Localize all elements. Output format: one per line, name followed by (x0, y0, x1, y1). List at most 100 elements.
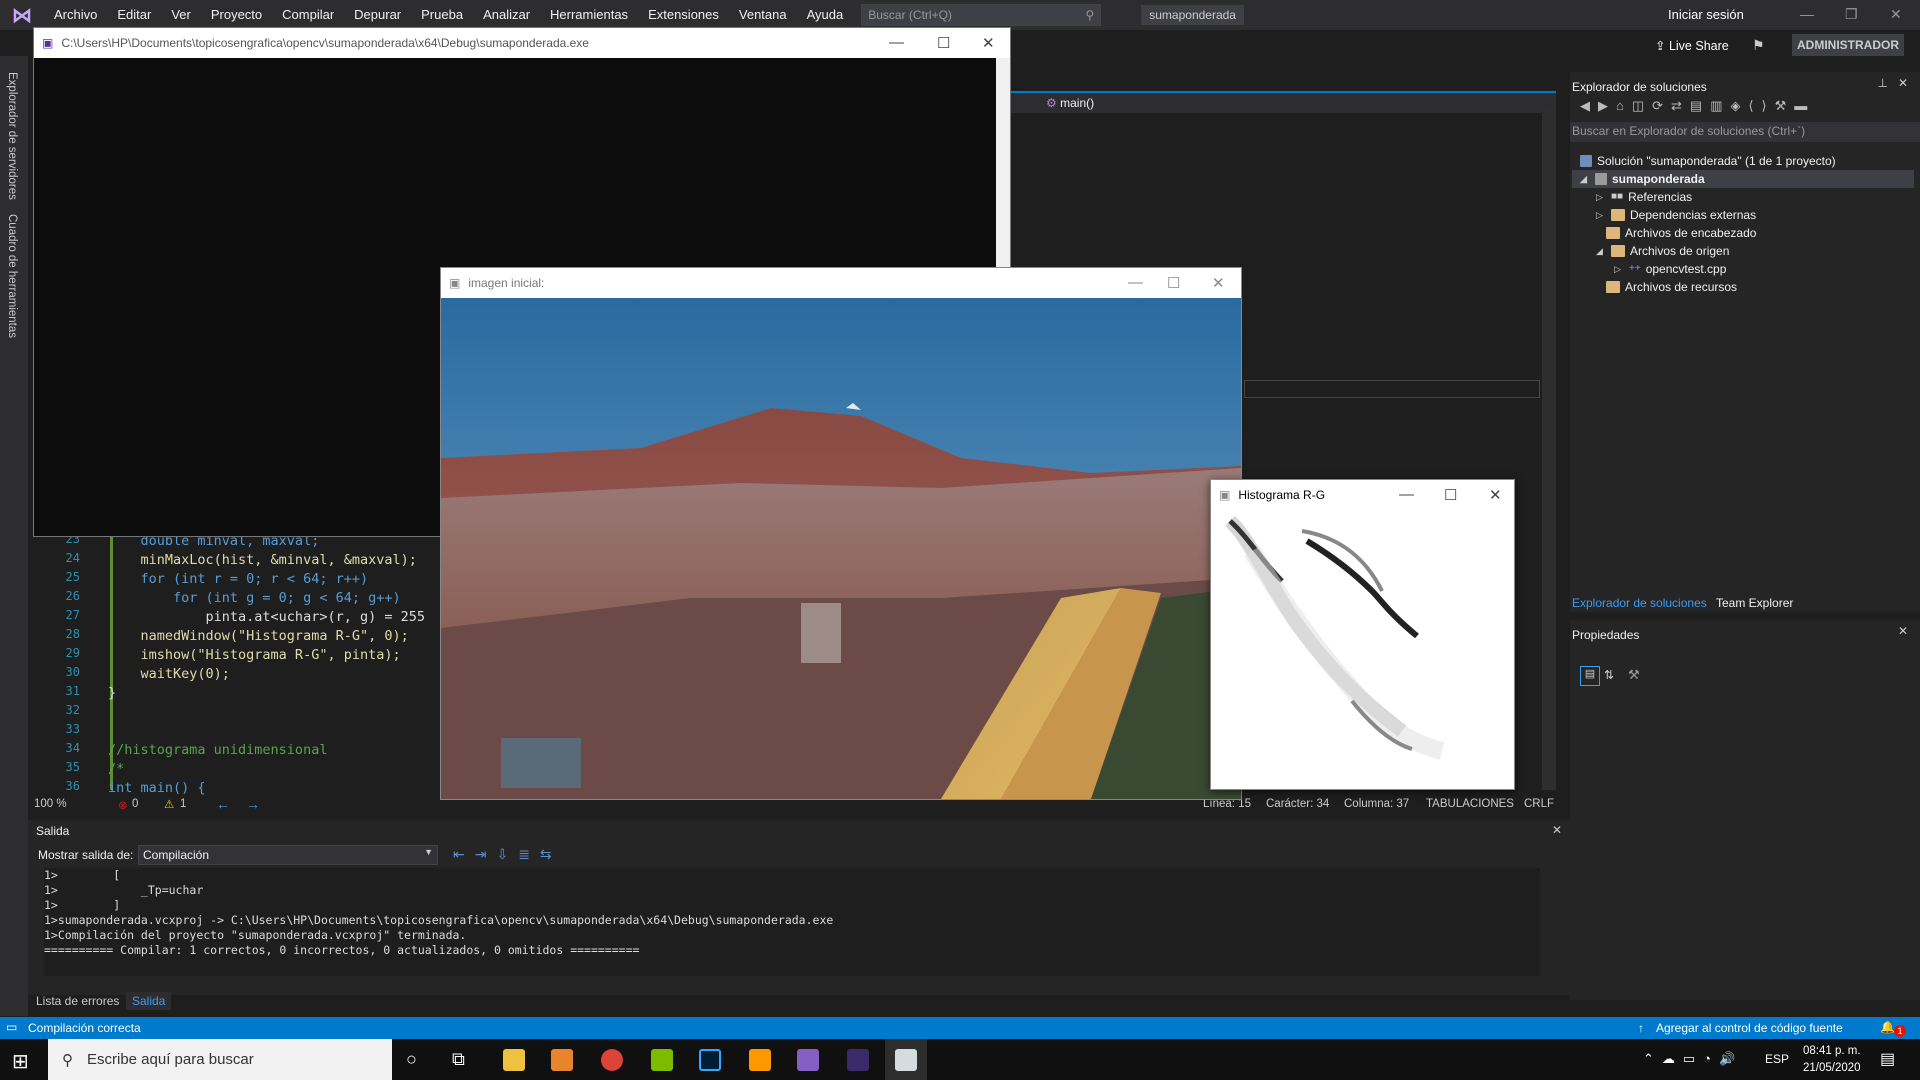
menu-ayuda[interactable]: Ayuda (797, 0, 854, 30)
feedback-icon[interactable]: ⚑ (1752, 37, 1765, 54)
code-line[interactable]: 31} (28, 684, 448, 703)
menu-ventana[interactable]: Ventana (729, 0, 797, 30)
code-line[interactable]: 26 for (int g = 0; g < 64; g++) (28, 589, 448, 608)
image-minimize-icon[interactable]: — (1128, 274, 1143, 291)
menu-archivo[interactable]: Archivo (44, 0, 107, 30)
tree-project[interactable]: ◢ sumaponderada (1572, 170, 1914, 188)
minimize-icon[interactable]: — (1800, 6, 1814, 22)
code-line[interactable]: 35 /* (28, 760, 448, 779)
tab-solution-explorer[interactable]: Explorador de soluciones (1572, 596, 1707, 610)
visual-studio-icon[interactable] (797, 1049, 819, 1071)
error-count[interactable]: 0 (132, 798, 138, 810)
sort-icon[interactable]: ⇅ (1604, 668, 1614, 682)
tab-output[interactable]: Salida (126, 992, 172, 1010)
menu-analizar[interactable]: Analizar (473, 0, 540, 30)
code-line[interactable]: 34 //histograma unidimensional (28, 741, 448, 760)
notifications-icon[interactable]: 🔔 (1880, 1020, 1895, 1034)
code-line[interactable]: 28 namedWindow("Histograma R-G", 0); (28, 627, 448, 646)
console-app-icon[interactable] (847, 1049, 869, 1071)
code-line[interactable]: 24 minMaxLoc(hist, &minval, &maxval); (28, 551, 448, 570)
categorized-icon[interactable]: ▤ (1580, 666, 1600, 686)
tree-resource-files[interactable]: Archivos de recursos (1606, 278, 1737, 296)
code-line[interactable]: 27 pinta.at<uchar>(r, g) = 255 (28, 608, 448, 627)
wrench-icon[interactable]: ⚒ (1628, 667, 1640, 683)
solution-toolbar[interactable]: ◀▶⌂◫⟳⇄▤▥◈⟨⟩⚒▬ (1580, 98, 1910, 118)
menu-depurar[interactable]: Depurar (344, 0, 411, 30)
hist-maximize-icon[interactable]: ☐ (1444, 486, 1457, 504)
code-line[interactable]: 25 for (int r = 0; r < 64; r++) (28, 570, 448, 589)
quick-search-input[interactable]: Buscar (Ctrl+Q) ⚲ (861, 4, 1102, 26)
clock-time[interactable]: 08:41 p. m. (1803, 1045, 1861, 1057)
tree-cpp-file[interactable]: ▷ ++ opencvtest.cpp (1614, 260, 1726, 278)
taskbar-search[interactable]: ⚲ Escribe aquí para buscar (48, 1039, 392, 1080)
output-text[interactable]: 1> [1> _Tp=uchar 1> ] 1>sumaponderada.vcxp… (44, 868, 1540, 976)
system-tray-icons[interactable]: ⌃☁▭◔🔊 (1643, 1051, 1743, 1067)
media-player-icon[interactable] (551, 1049, 573, 1071)
collapse-icon[interactable]: ◢ (1596, 242, 1606, 260)
expand-icon[interactable]: ▷ (1596, 206, 1606, 224)
menu-extensiones[interactable]: Extensiones (638, 0, 729, 30)
eol-indicator[interactable]: CRLF (1524, 798, 1554, 810)
hist-close-icon[interactable]: ✕ (1489, 486, 1502, 504)
signin-link[interactable]: Iniciar sesión (1668, 0, 1744, 30)
menu-herramientas[interactable]: Herramientas (540, 0, 638, 30)
back-arrow-icon[interactable]: ← (216, 796, 230, 812)
tree-solution[interactable]: Solución "sumaponderada" (1 de 1 proyect… (1580, 152, 1836, 170)
tree-header-files[interactable]: Archivos de encabezado (1606, 224, 1756, 242)
expand-icon[interactable]: ▷ (1614, 260, 1624, 278)
tree-source-files[interactable]: ◢ Archivos de origen (1596, 242, 1729, 260)
code-line[interactable]: 33 (28, 722, 448, 741)
histogram-window[interactable]: ▣ Histograma R-G — ☐ ✕ (1210, 479, 1515, 790)
output-close-icon[interactable]: ✕ (1552, 823, 1562, 837)
warning-count[interactable]: 1 (180, 798, 186, 810)
tree-references[interactable]: ▷ ■■ Referencias (1596, 188, 1692, 206)
code-line[interactable]: 30 waitKey(0); (28, 665, 448, 684)
editor-scrollbar[interactable] (1542, 110, 1556, 790)
menu-proyecto[interactable]: Proyecto (201, 0, 272, 30)
liveshare-button[interactable]: ⇪ Live Share (1655, 38, 1729, 53)
file-explorer-icon[interactable] (503, 1049, 525, 1071)
console-close-icon[interactable]: ✕ (982, 34, 995, 52)
image-close-icon[interactable]: ✕ (1212, 274, 1225, 292)
tabs-indicator[interactable]: TABULACIONES (1426, 798, 1514, 810)
menu-compilar[interactable]: Compilar (272, 0, 344, 30)
forward-arrow-icon[interactable]: → (246, 796, 260, 812)
console-minimize-icon[interactable]: — (889, 34, 904, 51)
image-window[interactable]: ▣ imagen inicial: — ☐ ✕ (440, 267, 1242, 800)
code-view[interactable]: 23 double minval, maxval; 24 minMaxLoc(hi… (28, 532, 448, 796)
menu-prueba[interactable]: Prueba (411, 0, 473, 30)
windows-start-icon[interactable]: ⊞ (12, 1049, 29, 1074)
close-icon[interactable]: ✕ (1890, 6, 1902, 23)
collapse-icon[interactable]: ◢ (1580, 170, 1590, 188)
zoom-level[interactable]: 100 % (34, 798, 67, 810)
chrome-icon[interactable] (601, 1049, 623, 1071)
output-toolbar[interactable]: ⇤⇥⇩≣⇆ (453, 846, 562, 863)
photoshop-icon[interactable] (699, 1049, 721, 1071)
action-center-icon[interactable]: ▤ (1880, 1049, 1895, 1069)
panel-close-icon[interactable]: ✕ (1898, 76, 1908, 90)
pin-icon[interactable]: ⊥ (1878, 76, 1888, 90)
hist-minimize-icon[interactable]: — (1399, 486, 1414, 503)
function-dropdown[interactable]: ⚙ main() (1046, 96, 1094, 110)
tree-external-deps[interactable]: ▷ Dependencias externas (1596, 206, 1756, 224)
menu-ver[interactable]: Ver (161, 0, 201, 30)
cortana-icon[interactable]: ○ (406, 1049, 417, 1070)
source-control-button[interactable]: Agregar al control de código fuente (1656, 1021, 1843, 1035)
task-view-icon[interactable]: ⧉ (452, 1049, 465, 1070)
output-source-select[interactable]: Compilación ▼ (138, 845, 438, 865)
code-line[interactable]: 29 imshow("Histograma R-G", pinta); (28, 646, 448, 665)
toolbox-tab[interactable]: Cuadro de herramientas (6, 214, 18, 338)
console-maximize-icon[interactable]: ☐ (937, 34, 950, 52)
tab-error-list[interactable]: Lista de errores (36, 994, 119, 1008)
menu-editar[interactable]: Editar (107, 0, 161, 30)
restore-icon[interactable]: ❐ (1845, 6, 1858, 23)
expand-icon[interactable]: ▷ (1596, 188, 1606, 206)
code-line[interactable]: 32 (28, 703, 448, 722)
store-icon[interactable] (651, 1049, 673, 1071)
tab-team-explorer[interactable]: Team Explorer (1716, 596, 1793, 610)
solution-search-input[interactable]: Buscar en Explorador de soluciones (Ctrl… (1570, 122, 1920, 142)
server-explorer-tab[interactable]: Explorador de servidores (6, 72, 18, 200)
image-maximize-icon[interactable]: ☐ (1167, 274, 1180, 292)
clock-date[interactable]: 21/05/2020 (1803, 1062, 1861, 1074)
properties-close-icon[interactable]: ✕ (1898, 624, 1908, 638)
